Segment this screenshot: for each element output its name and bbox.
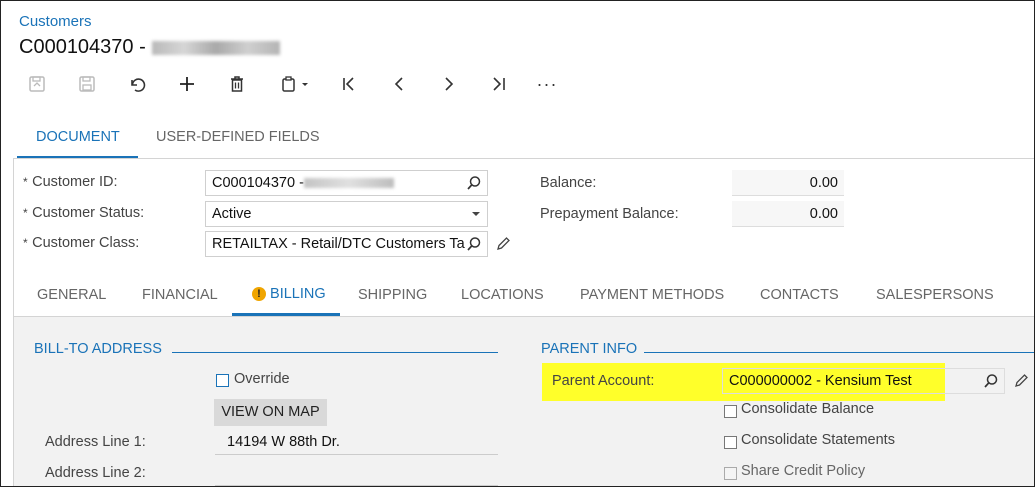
parent-account-label: Parent Account: bbox=[552, 373, 655, 389]
more-icon: ··· bbox=[536, 73, 558, 94]
billing-panel bbox=[14, 317, 1034, 486]
prepayment-balance-value: 0.00 bbox=[732, 201, 844, 227]
redacted-customer-name bbox=[151, 40, 280, 55]
search-icon[interactable] bbox=[466, 175, 482, 191]
customer-screen: Customers C000104370 - ··· DOCUMENT USER… bbox=[0, 0, 1035, 487]
consolidate-balance-checkbox[interactable] bbox=[724, 405, 737, 418]
tab-billing[interactable]: ! BILLING bbox=[252, 286, 326, 302]
share-credit-policy-label: Share Credit Policy bbox=[741, 463, 866, 479]
address-line1-field[interactable]: 14194 W 88th Dr. bbox=[215, 429, 498, 455]
previous-record-button[interactable] bbox=[385, 71, 413, 97]
next-record-icon bbox=[445, 77, 454, 91]
customer-class-label: Customer Class: bbox=[32, 235, 140, 251]
undo-button[interactable] bbox=[123, 71, 151, 97]
balance-label: Balance: bbox=[540, 175, 597, 191]
first-record-button[interactable] bbox=[335, 71, 363, 97]
address-line1-label: Address Line 1: bbox=[45, 434, 146, 450]
parent-account-field[interactable]: C000000002 - Kensium Test bbox=[722, 368, 1005, 394]
customer-status-label: Customer Status: bbox=[32, 205, 145, 221]
address-line2-label: Address Line 2: bbox=[45, 465, 146, 481]
chevron-down-icon bbox=[472, 212, 480, 216]
copy-paste-button[interactable] bbox=[273, 71, 317, 97]
more-button[interactable]: ··· bbox=[533, 71, 561, 97]
cancel-changes-icon bbox=[29, 76, 45, 92]
tab-billing-label: BILLING bbox=[270, 286, 326, 302]
bill-to-address-header: BILL-TO ADDRESS bbox=[34, 341, 162, 357]
required-mark: * bbox=[23, 236, 28, 250]
tab-shipping[interactable]: SHIPPING bbox=[358, 287, 427, 303]
tab-salespersons[interactable]: SALESPERSONS bbox=[876, 287, 994, 303]
override-checkbox[interactable] bbox=[216, 374, 229, 387]
tab-user-defined-fields[interactable]: USER-DEFINED FIELDS bbox=[156, 123, 320, 159]
save-button[interactable] bbox=[73, 71, 101, 97]
previous-record-icon bbox=[394, 77, 403, 91]
customer-id-title: C000104370 - bbox=[19, 36, 146, 58]
parent-account-value: C000000002 - Kensium Test bbox=[729, 373, 912, 389]
search-icon[interactable] bbox=[983, 373, 999, 389]
last-record-button[interactable] bbox=[485, 71, 513, 97]
last-record-icon bbox=[493, 77, 505, 91]
delete-icon bbox=[231, 76, 243, 92]
customer-id-row: * Customer ID: bbox=[23, 173, 118, 191]
consolidate-statements-label: Consolidate Statements bbox=[741, 432, 895, 448]
cancel-changes-button[interactable] bbox=[23, 71, 51, 97]
search-icon[interactable] bbox=[466, 236, 482, 252]
page-title: C000104370 - bbox=[19, 36, 280, 59]
customer-class-field[interactable]: RETAILTAX - Retail/DTC Customers Ta bbox=[205, 231, 488, 257]
customer-id-value: C000104370 - bbox=[212, 175, 304, 191]
parent-info-header: PARENT INFO bbox=[541, 341, 638, 357]
tab-general[interactable]: GENERAL bbox=[37, 287, 106, 303]
redacted-name bbox=[303, 178, 394, 189]
customer-status-value: Active bbox=[212, 206, 252, 222]
edit-pencil-icon[interactable] bbox=[1013, 373, 1029, 389]
add-icon bbox=[180, 77, 194, 91]
first-record-icon bbox=[343, 77, 354, 91]
required-mark: * bbox=[23, 175, 28, 189]
customer-status-row: * Customer Status: bbox=[23, 204, 144, 222]
undo-icon bbox=[131, 78, 146, 92]
delete-button[interactable] bbox=[223, 71, 251, 97]
balance-value: 0.00 bbox=[732, 170, 844, 196]
share-credit-policy-checkbox[interactable] bbox=[724, 467, 737, 480]
customer-id-label: Customer ID: bbox=[32, 174, 118, 190]
section-divider bbox=[172, 352, 498, 353]
tab-financial[interactable]: FINANCIAL bbox=[142, 287, 218, 303]
view-on-map-button[interactable]: VIEW ON MAP bbox=[214, 399, 327, 426]
required-mark: * bbox=[23, 206, 28, 220]
warning-icon: ! bbox=[252, 287, 266, 301]
customer-class-value: RETAILTAX - Retail/DTC Customers Ta bbox=[212, 236, 465, 252]
address-line2-field[interactable] bbox=[215, 460, 498, 486]
active-subtab-indicator bbox=[232, 313, 340, 316]
edit-pencil-icon[interactable] bbox=[495, 236, 511, 252]
add-button[interactable] bbox=[173, 71, 201, 97]
next-record-button[interactable] bbox=[435, 71, 463, 97]
copy-paste-icon bbox=[282, 76, 308, 92]
breadcrumb-customers[interactable]: Customers bbox=[19, 13, 92, 30]
tab-document[interactable]: DOCUMENT bbox=[17, 123, 138, 159]
tab-locations[interactable]: LOCATIONS bbox=[461, 287, 544, 303]
save-icon bbox=[79, 76, 95, 92]
customer-id-field[interactable]: C000104370 - bbox=[205, 170, 488, 196]
customer-status-select[interactable]: Active bbox=[205, 201, 488, 227]
override-label: Override bbox=[234, 371, 290, 387]
tab-contacts[interactable]: CONTACTS bbox=[760, 287, 839, 303]
consolidate-balance-label: Consolidate Balance bbox=[741, 401, 875, 417]
prepayment-balance-label: Prepayment Balance: bbox=[540, 206, 679, 222]
section-divider bbox=[644, 352, 1034, 353]
customer-class-row: * Customer Class: bbox=[23, 234, 139, 252]
tab-payment-methods[interactable]: PAYMENT METHODS bbox=[580, 287, 724, 303]
consolidate-statements-checkbox[interactable] bbox=[724, 436, 737, 449]
